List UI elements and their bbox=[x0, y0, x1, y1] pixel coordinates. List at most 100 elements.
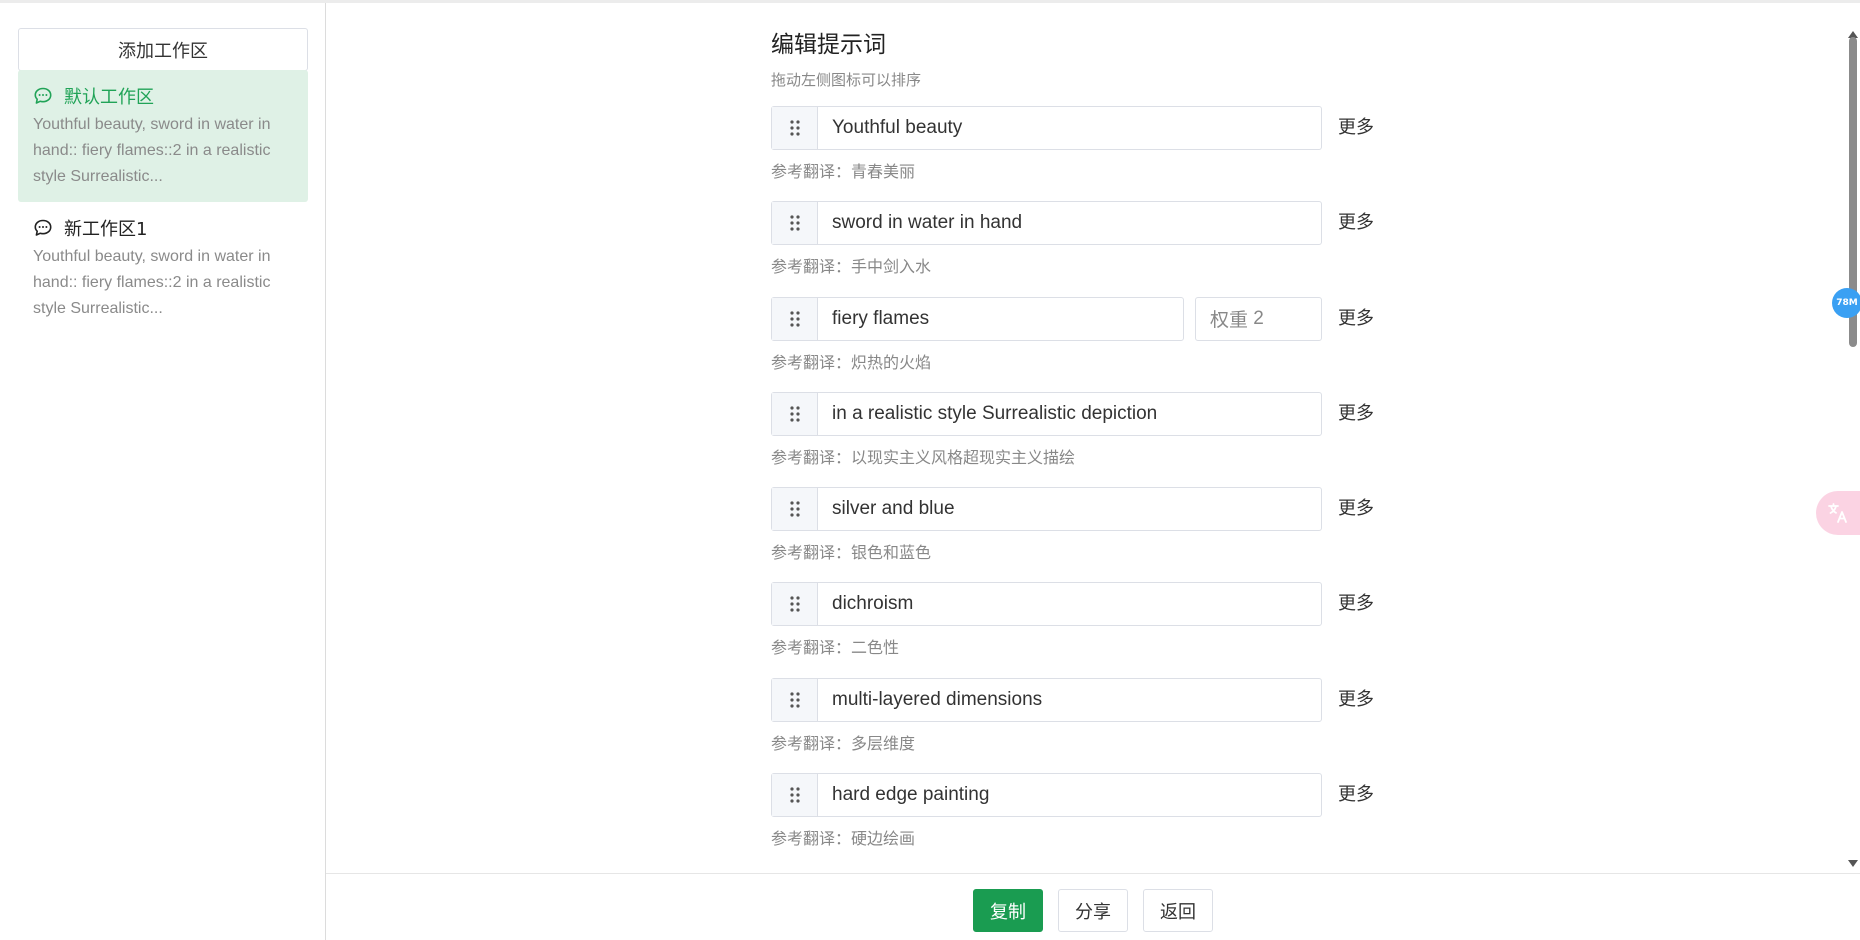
drag-grip-icon bbox=[789, 692, 800, 708]
prompt-editor: 编辑提示词 拖动左侧图标可以排序 更多 参考翻译：青春美丽 bbox=[771, 29, 1411, 868]
reference-label: 参考翻译： bbox=[771, 543, 852, 563]
more-button[interactable]: 更多 bbox=[1338, 305, 1374, 333]
prompt-field bbox=[771, 391, 1322, 436]
reference-translation: 参考翻译：硬边绘画 bbox=[771, 828, 915, 850]
workspace-name: 默认工作区 bbox=[64, 87, 154, 108]
action-footer: 复制 分享 返回 bbox=[326, 873, 1860, 940]
drag-grip-icon bbox=[789, 406, 800, 422]
more-button[interactable]: 更多 bbox=[1338, 400, 1374, 428]
reference-translation: 参考翻译：多层维度 bbox=[771, 733, 915, 755]
reference-label: 参考翻译： bbox=[771, 638, 852, 658]
prompt-input[interactable] bbox=[818, 678, 1321, 721]
reference-label: 参考翻译： bbox=[771, 733, 852, 753]
reference-label: 参考翻译： bbox=[771, 257, 852, 277]
weight-value: 2 bbox=[1253, 307, 1264, 329]
drag-handle[interactable] bbox=[772, 488, 818, 531]
prompt-row: 更多 参考翻译：二色性 bbox=[771, 582, 1411, 677]
drag-handle[interactable] bbox=[772, 583, 818, 626]
drag-grip-icon bbox=[789, 501, 800, 517]
prompt-field bbox=[771, 582, 1322, 627]
prompt-field bbox=[771, 106, 1322, 150]
add-workspace-button[interactable]: 添加工作区 bbox=[18, 28, 308, 71]
back-button[interactable]: 返回 bbox=[1143, 889, 1213, 932]
reference-text: 硬边绘画 bbox=[851, 829, 916, 849]
scroll-down-arrow-icon[interactable] bbox=[1848, 860, 1858, 867]
prompt-input[interactable] bbox=[818, 583, 1321, 626]
reference-text: 银色和蓝色 bbox=[851, 543, 932, 563]
prompt-field bbox=[771, 487, 1322, 532]
copy-button[interactable]: 复制 bbox=[973, 889, 1043, 932]
prompt-row: 更多 参考翻译：青春美丽 bbox=[771, 106, 1411, 201]
workspace-item-default[interactable]: 默认工作区 Youthful beauty, sword in water in… bbox=[18, 70, 308, 202]
share-button[interactable]: 分享 bbox=[1058, 889, 1128, 932]
drag-handle[interactable] bbox=[772, 392, 818, 435]
drag-handle[interactable] bbox=[772, 107, 818, 149]
more-button[interactable]: 更多 bbox=[1338, 686, 1374, 714]
reference-translation: 参考翻译：青春美丽 bbox=[771, 161, 915, 183]
prompt-field bbox=[771, 677, 1322, 722]
reference-translation: 参考翻译：银色和蓝色 bbox=[771, 542, 931, 564]
more-button[interactable]: 更多 bbox=[1338, 781, 1374, 809]
reference-translation: 参考翻译：二色性 bbox=[771, 637, 899, 659]
workspace-item-new-1[interactable]: 新工作区1 Youthful beauty, sword in water in… bbox=[18, 202, 308, 334]
prompt-field bbox=[771, 773, 1322, 818]
translate-glyph-icon bbox=[1828, 503, 1847, 523]
weight-field[interactable]: 权重 2 bbox=[1195, 296, 1322, 341]
reference-text: 青春美丽 bbox=[851, 162, 916, 181]
prompt-input[interactable] bbox=[818, 297, 1183, 340]
weight-label: 权重 bbox=[1210, 310, 1249, 332]
reference-translation: 参考翻译：炽热的火焰 bbox=[771, 352, 931, 374]
drag-grip-icon bbox=[789, 120, 800, 136]
prompt-row: 更多 参考翻译：手中剑入水 bbox=[771, 201, 1411, 296]
reference-label: 参考翻译： bbox=[771, 447, 852, 467]
page-title: 编辑提示词 bbox=[771, 32, 886, 58]
drag-grip-icon bbox=[789, 787, 800, 803]
more-button[interactable]: 更多 bbox=[1338, 114, 1374, 142]
workspace-sidebar: 添加工作区 默认工作区 Youthful beauty, sword in wa… bbox=[0, 3, 326, 940]
more-button[interactable]: 更多 bbox=[1338, 590, 1374, 618]
reference-label: 参考翻译： bbox=[771, 352, 852, 372]
prompt-input[interactable] bbox=[818, 488, 1321, 531]
drag-grip-icon bbox=[789, 215, 800, 231]
app-window: 添加工作区 默认工作区 Youthful beauty, sword in wa… bbox=[0, 0, 1860, 940]
drag-handle[interactable] bbox=[772, 297, 818, 340]
prompt-list: 更多 参考翻译：青春美丽 更多 参考翻译：手中剑入水 bbox=[771, 106, 1411, 868]
chat-bubble-icon bbox=[34, 87, 52, 104]
prompt-row: 权重 2 更多 参考翻译：炽热的火焰 bbox=[771, 296, 1411, 392]
drag-handle[interactable] bbox=[772, 678, 818, 721]
workspace-name: 新工作区1 bbox=[64, 219, 148, 240]
more-button[interactable]: 更多 bbox=[1338, 495, 1374, 523]
prompt-row: 更多 参考翻译：以现实主义风格超现实主义描绘 bbox=[771, 391, 1411, 487]
prompt-input[interactable] bbox=[818, 392, 1321, 435]
reference-translation: 参考翻译：以现实主义风格超现实主义描绘 bbox=[771, 447, 1075, 469]
drag-grip-icon bbox=[789, 596, 800, 613]
workspace-preview: Youthful beauty, sword in water in hand:… bbox=[33, 248, 271, 317]
workspace-preview: Youthful beauty, sword in water in hand:… bbox=[33, 116, 271, 185]
reference-label: 参考翻译： bbox=[771, 162, 852, 181]
scrollbar[interactable] bbox=[1846, 31, 1860, 867]
drag-grip-icon bbox=[789, 310, 800, 327]
reference-text: 手中剑入水 bbox=[851, 257, 932, 277]
reference-label: 参考翻译： bbox=[771, 829, 852, 849]
prompt-input[interactable] bbox=[818, 202, 1321, 245]
reference-translation: 参考翻译：手中剑入水 bbox=[771, 256, 931, 278]
drag-handle[interactable] bbox=[772, 774, 818, 817]
prompt-input[interactable] bbox=[818, 107, 1321, 149]
memory-usage-badge[interactable]: 78M bbox=[1832, 288, 1860, 318]
prompt-row: 更多 参考翻译：多层维度 bbox=[771, 677, 1411, 773]
prompt-row: 更多 参考翻译：硬边绘画 bbox=[771, 773, 1411, 868]
prompt-field bbox=[771, 201, 1322, 246]
reference-text: 炽热的火焰 bbox=[851, 352, 932, 372]
page-subtitle: 拖动左侧图标可以排序 bbox=[771, 71, 922, 89]
more-button[interactable]: 更多 bbox=[1338, 209, 1374, 237]
chat-bubble-icon bbox=[34, 219, 52, 236]
prompt-field bbox=[771, 296, 1184, 341]
prompt-row: 更多 参考翻译：银色和蓝色 bbox=[771, 487, 1411, 582]
prompt-input[interactable] bbox=[818, 774, 1321, 817]
reference-text: 二色性 bbox=[851, 638, 900, 658]
translate-icon[interactable] bbox=[1816, 491, 1860, 535]
editor-main: 编辑提示词 拖动左侧图标可以排序 更多 参考翻译：青春美丽 bbox=[326, 3, 1860, 940]
reference-text: 多层维度 bbox=[851, 733, 916, 753]
reference-text: 以现实主义风格超现实主义描绘 bbox=[851, 447, 1076, 467]
drag-handle[interactable] bbox=[772, 202, 818, 245]
